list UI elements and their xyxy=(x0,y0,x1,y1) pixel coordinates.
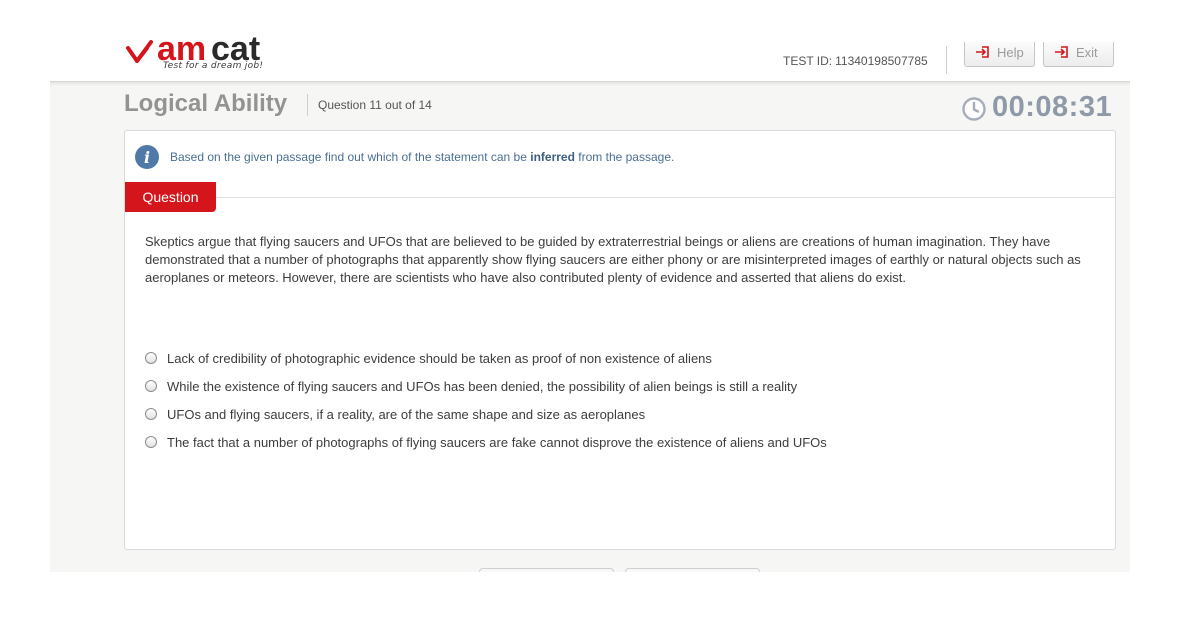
test-id-label: TEST ID: xyxy=(783,54,833,68)
timer: 00:08:31 xyxy=(962,90,1112,124)
answer-option[interactable]: UFOs and flying saucers, if a reality, a… xyxy=(145,400,1095,428)
card-divider xyxy=(125,197,1115,198)
radio-button[interactable] xyxy=(145,352,157,364)
section-title: Logical Ability xyxy=(124,90,288,117)
radio-button[interactable] xyxy=(145,408,157,420)
header: am cat Test for a dream job! TEST ID: 113… xyxy=(50,0,1130,82)
clock-icon xyxy=(962,97,986,121)
app-frame: am cat Test for a dream job! TEST ID: 113… xyxy=(50,0,1130,572)
title-divider xyxy=(307,94,308,116)
exit-button[interactable]: Exit xyxy=(1043,42,1114,67)
option-text: The fact that a number of photographs of… xyxy=(167,434,827,450)
radio-button[interactable] xyxy=(145,436,157,448)
question-tab: Question xyxy=(125,182,216,212)
instruction: i Based on the given passage find out wh… xyxy=(135,145,674,169)
question-counter: Question 11 out of 14 xyxy=(318,98,432,112)
radio-button[interactable] xyxy=(145,380,157,392)
option-text: UFOs and flying saucers, if a reality, a… xyxy=(167,406,646,422)
footer-button-left[interactable] xyxy=(479,568,614,572)
timer-value: 00:08:31 xyxy=(992,90,1113,123)
option-text: While the existence of flying saucers an… xyxy=(167,378,798,394)
answer-option[interactable]: Lack of credibility of photographic evid… xyxy=(145,344,1095,372)
instruction-before: Based on the given passage find out whic… xyxy=(170,150,527,164)
amcat-logo-mark: am cat xyxy=(126,30,260,64)
test-id-value: 11340198507785 xyxy=(835,54,928,68)
help-button[interactable]: Help xyxy=(964,42,1035,67)
exit-label: Exit xyxy=(1076,44,1098,60)
header-divider xyxy=(946,46,947,74)
header-shadow xyxy=(50,82,1130,86)
info-icon: i xyxy=(135,145,159,169)
question-card: i Based on the given passage find out wh… xyxy=(124,130,1116,550)
instruction-emphasis: inferred xyxy=(530,150,575,164)
logo-wordmark-am: am xyxy=(157,30,206,64)
logo-wordmark-cat: cat xyxy=(211,30,260,64)
option-text: Lack of credibility of photographic evid… xyxy=(167,350,712,366)
help-label: Help xyxy=(997,44,1024,60)
passage-text: Skeptics argue that flying saucers and U… xyxy=(145,234,1081,285)
amcat-logo: am cat Test for a dream job! xyxy=(125,30,285,76)
answer-options: Lack of credibility of photographic evid… xyxy=(145,344,1095,456)
exit-icon xyxy=(1055,46,1068,58)
logo-tagline: Test for a dream job! xyxy=(163,61,264,71)
instruction-after: from the passage. xyxy=(578,150,675,164)
footer-button-right[interactable] xyxy=(625,568,760,572)
answer-option[interactable]: The fact that a number of photographs of… xyxy=(145,428,1095,456)
instruction-text: Based on the given passage find out whic… xyxy=(170,150,674,164)
test-id: TEST ID: 11340198507785 xyxy=(783,54,928,68)
help-icon xyxy=(976,46,989,58)
answer-option[interactable]: While the existence of flying saucers an… xyxy=(145,372,1095,400)
